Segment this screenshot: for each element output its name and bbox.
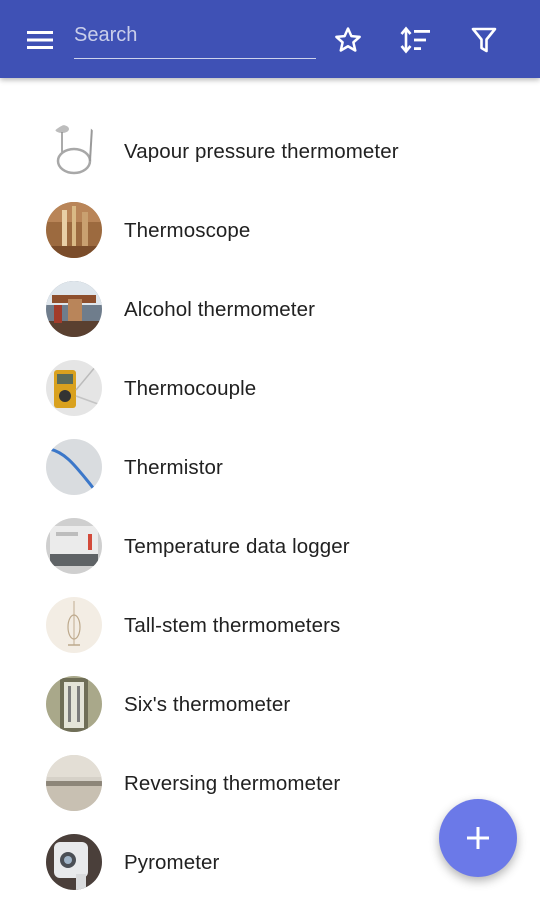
sixs-thermometer-image	[46, 676, 102, 732]
thermistor-image	[46, 439, 102, 495]
item-label: Thermistor	[124, 456, 223, 479]
item-label: Vapour pressure thermometer	[124, 140, 399, 163]
add-button[interactable]	[439, 799, 517, 877]
tall-stem-thermometers-image	[46, 597, 102, 653]
reversing-thermometer-image	[46, 755, 102, 811]
item-label: Alcohol thermometer	[124, 298, 316, 321]
item-label: Thermoscope	[124, 219, 251, 242]
list-item[interactable]: Thermocouple	[0, 349, 540, 428]
alcohol-thermometer-image	[46, 281, 102, 337]
favorites-button[interactable]	[326, 18, 370, 62]
hamburger-menu-icon	[27, 31, 53, 49]
item-label: Tall-stem thermometers	[124, 614, 341, 637]
sort-icon	[400, 26, 430, 54]
app-screen: Vapour pressure thermometer Thermoscope	[0, 0, 540, 900]
thermocouple-image	[46, 360, 102, 416]
list-item[interactable]: Thermistor	[0, 428, 540, 507]
list-item[interactable]: Vapour pressure thermometer	[0, 112, 540, 191]
filter-button[interactable]	[462, 18, 506, 62]
plus-icon	[467, 827, 489, 849]
list-item[interactable]: Alcohol thermometer	[0, 270, 540, 349]
temperature-data-logger-image	[46, 518, 102, 574]
item-label: Thermocouple	[124, 377, 257, 400]
list-item[interactable]: Thermoscope	[0, 191, 540, 270]
menu-button[interactable]	[18, 20, 62, 60]
star-outline-icon	[335, 27, 361, 52]
list-item[interactable]: Six's thermometer	[0, 665, 540, 744]
item-label: Reversing thermometer	[124, 772, 341, 795]
thermometer-list: Vapour pressure thermometer Thermoscope	[0, 112, 540, 900]
filter-icon	[471, 27, 497, 53]
pyrometer-image	[46, 834, 102, 890]
sort-button[interactable]	[394, 18, 438, 62]
app-bar	[0, 0, 540, 78]
vapour-pressure-thermometer-image	[46, 123, 102, 179]
item-label: Pyrometer	[124, 851, 220, 874]
search-field[interactable]	[74, 16, 316, 59]
search-input[interactable]	[74, 20, 316, 50]
thermoscope-image	[46, 202, 102, 258]
item-label: Temperature data logger	[124, 535, 350, 558]
list-item[interactable]: Temperature data logger	[0, 507, 540, 586]
list-item[interactable]: Tall-stem thermometers	[0, 586, 540, 665]
item-label: Six's thermometer	[124, 693, 291, 716]
